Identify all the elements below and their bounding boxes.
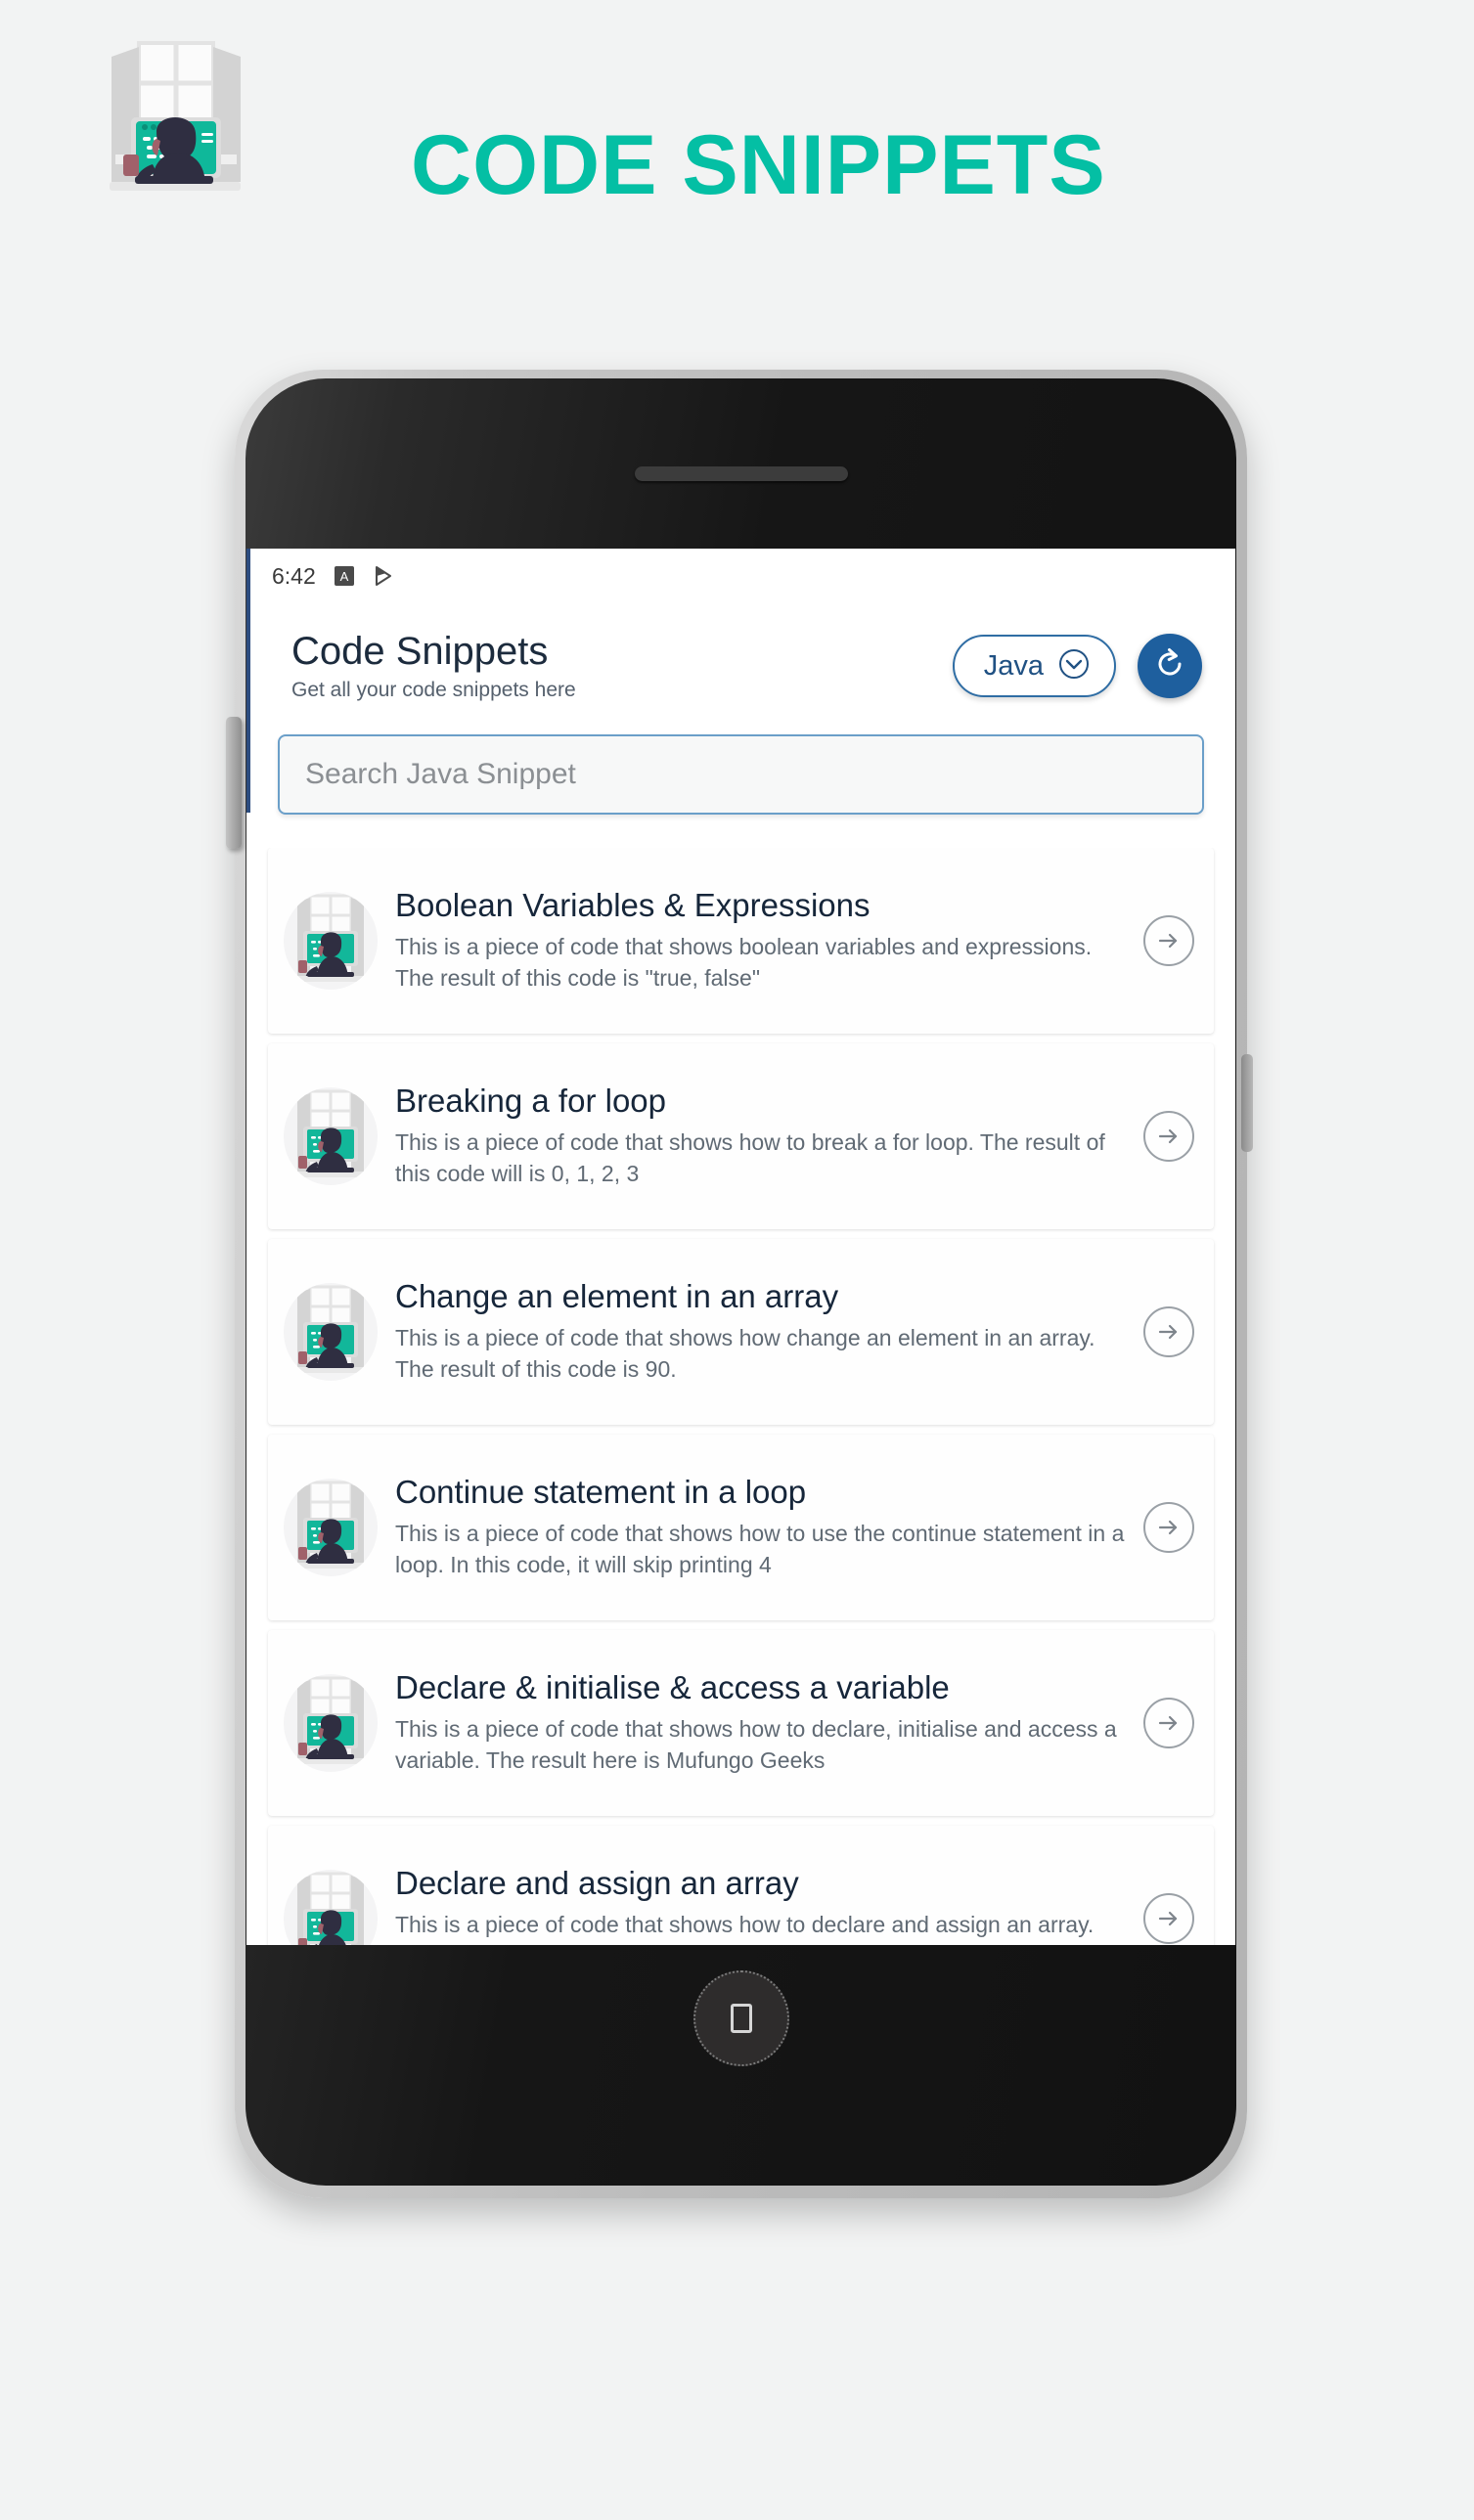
list-item-text: Declare and assign an array This is a pie… [395, 1865, 1143, 1945]
play-store-icon [373, 565, 394, 587]
arrow-right-circle-icon[interactable] [1143, 1502, 1194, 1553]
list-item-title: Breaking a for loop [395, 1083, 667, 1120]
list-item-text: Boolean Variables & Expressions This is a… [395, 887, 1143, 995]
list-item-description: This is a piece of code that shows how t… [395, 1521, 1125, 1578]
refresh-button[interactable] [1138, 634, 1202, 698]
list-item-title: Change an element in an array [395, 1278, 839, 1315]
chevron-down-circle-icon [1057, 647, 1091, 685]
list-item-text: Continue statement in a loop This is a pi… [395, 1474, 1143, 1581]
arrow-right-circle-icon[interactable] [1143, 915, 1194, 966]
volume-button[interactable] [226, 717, 242, 849]
list-item-description: This is a piece of code that shows how t… [395, 1129, 1105, 1187]
list-item-title: Declare and assign an array [395, 1865, 799, 1902]
app-subtitle: Get all your code snippets here [291, 679, 576, 702]
banner: CODE SNIPPETS [0, 0, 1474, 323]
list-item-text: Declare & initialise & access a variable… [395, 1669, 1143, 1777]
list-item[interactable]: Continue statement in a loop This is a pi… [268, 1435, 1214, 1620]
developer-at-desk-thumbnail-icon [284, 1479, 378, 1576]
developer-at-desk-thumbnail-icon [284, 1674, 378, 1772]
svg-text:A: A [339, 569, 348, 584]
list-item-description: This is a piece of code that shows how t… [395, 1716, 1117, 1774]
list-item-text: Change an element in an array This is a p… [395, 1278, 1143, 1386]
square-home-icon [730, 2004, 752, 2033]
arrow-right-circle-icon[interactable] [1143, 1893, 1194, 1944]
list-item-description: This is a piece of code that shows how c… [395, 1325, 1095, 1383]
arrow-right-circle-icon[interactable] [1143, 1698, 1194, 1748]
language-dropdown[interactable]: Java [952, 635, 1116, 697]
power-button[interactable] [1241, 1054, 1253, 1152]
app-title: Code Snippets [291, 629, 549, 673]
app-notification-icon: A [334, 565, 355, 587]
phone-body: 6:42 A Code Snippets Get all your code s… [246, 378, 1236, 2186]
status-bar: 6:42 A [246, 549, 1235, 603]
developer-at-desk-thumbnail-icon [284, 1283, 378, 1381]
list-item[interactable]: Declare & initialise & access a variable… [268, 1630, 1214, 1816]
earpiece-speaker-icon [634, 466, 848, 481]
list-item[interactable]: Declare and assign an array This is a pie… [268, 1826, 1214, 1945]
page-root: CODE SNIPPETS 6:42 A Code Snippets Get a… [0, 0, 1474, 2520]
search-input[interactable] [278, 734, 1204, 815]
status-bar-time: 6:42 [272, 562, 316, 589]
arrow-right-circle-icon[interactable] [1143, 1306, 1194, 1357]
refresh-icon [1151, 645, 1188, 687]
developer-at-desk-thumbnail-icon [284, 1870, 378, 1945]
app-header: Code Snippets Get all your code snippets… [246, 603, 1235, 729]
developer-at-desk-illustration-icon [96, 37, 252, 203]
list-item-title: Declare & initialise & access a variable [395, 1669, 950, 1706]
arrow-right-circle-icon[interactable] [1143, 1111, 1194, 1162]
list-item-description: This is a piece of code that shows boole… [395, 934, 1093, 992]
list-item[interactable]: Boolean Variables & Expressions This is a… [268, 848, 1214, 1034]
developer-at-desk-thumbnail-icon [284, 1087, 378, 1185]
search-bar-container [246, 734, 1235, 815]
list-item-title: Boolean Variables & Expressions [395, 887, 871, 924]
list-item[interactable]: Change an element in an array This is a p… [268, 1239, 1214, 1425]
list-item-title: Continue statement in a loop [395, 1474, 807, 1511]
home-button[interactable] [692, 1970, 789, 2066]
phone-mockup: 6:42 A Code Snippets Get all your code s… [226, 370, 1253, 2198]
snippet-list[interactable]: Boolean Variables & Expressions This is a… [246, 848, 1235, 1945]
page-title: CODE SNIPPETS [411, 118, 1106, 212]
language-dropdown-label: Java [983, 649, 1044, 682]
phone-screen: 6:42 A Code Snippets Get all your code s… [246, 549, 1235, 1945]
list-item-text: Breaking a for loop This is a piece of co… [395, 1083, 1143, 1190]
developer-at-desk-thumbnail-icon [284, 892, 378, 990]
list-item[interactable]: Breaking a for loop This is a piece of co… [268, 1043, 1214, 1229]
header-text-block: Code Snippets Get all your code snippets… [291, 630, 953, 703]
list-item-description: This is a piece of code that shows how t… [395, 1912, 1094, 1945]
